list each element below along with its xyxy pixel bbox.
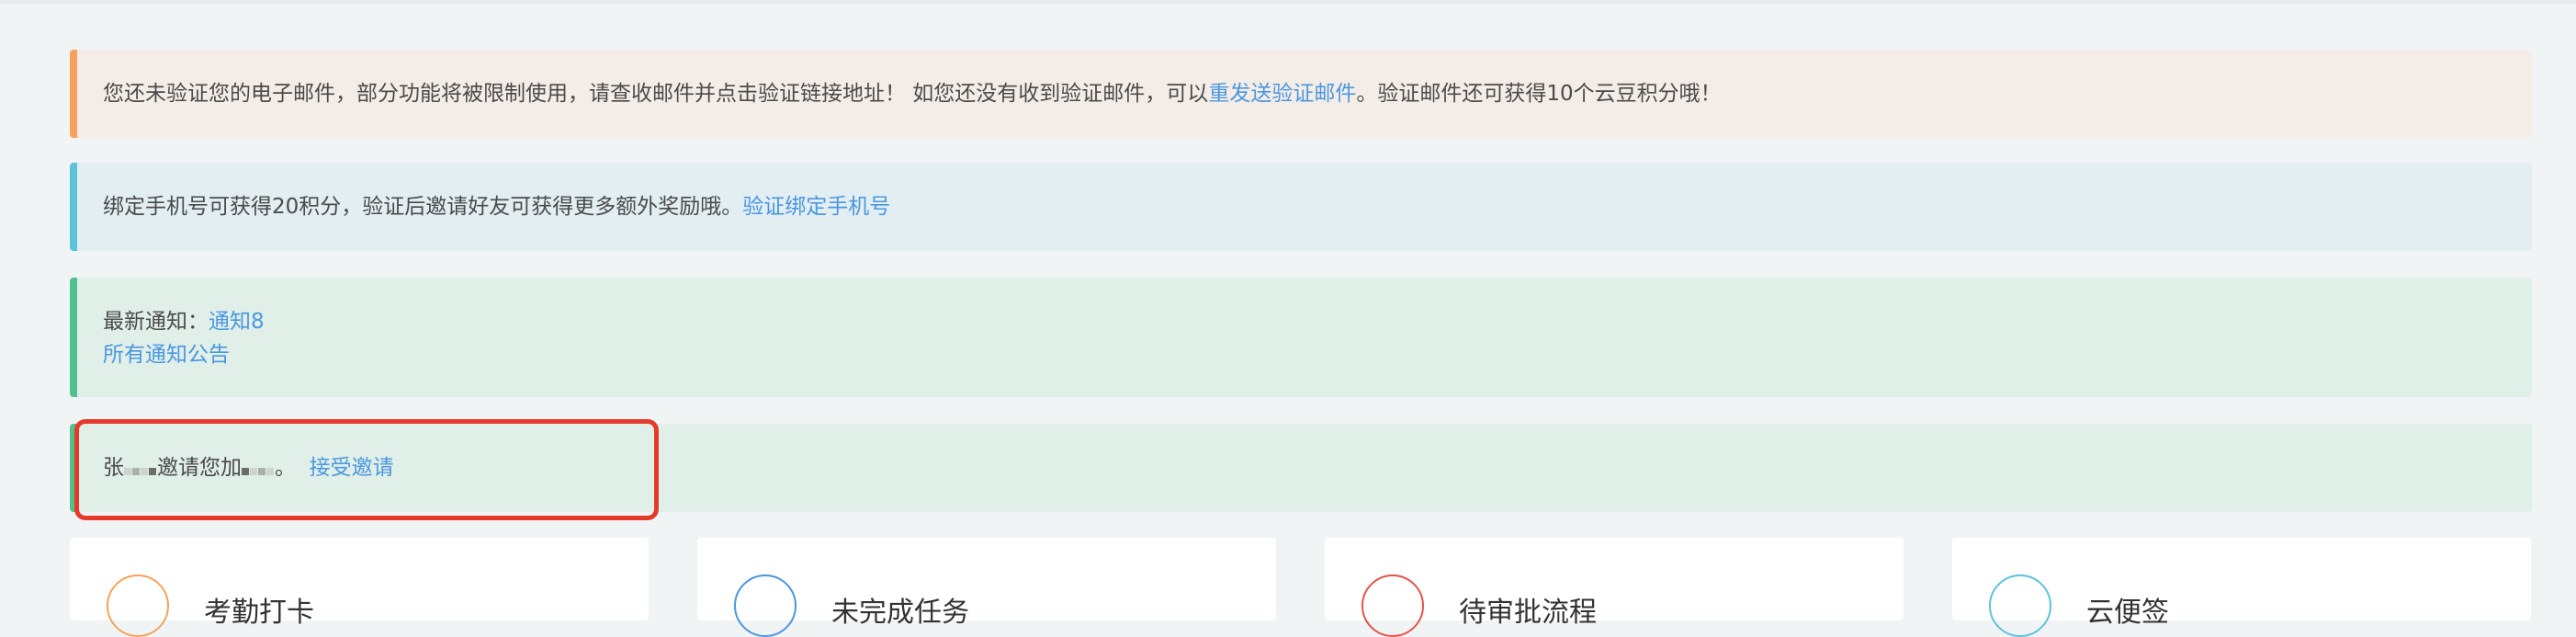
email-verify-message: 您还未验证您的电子邮件，部分功能将被限制使用，请查收邮件并点击验证链接地址！ 如… xyxy=(103,77,1722,110)
invite-message: 张 邀请您加 。 接受邀请 xyxy=(103,451,394,485)
latest-notice-label: 最新通知： xyxy=(103,310,209,334)
note-icon xyxy=(1989,574,2051,637)
all-notices-line: 所有通知公告 xyxy=(103,338,230,371)
latest-notice-line: 最新通知：通知8 xyxy=(103,305,265,338)
card-tasks[interactable]: 未完成任务 xyxy=(697,538,1276,637)
card-title: 待审批流程 xyxy=(1459,597,1597,629)
card-title: 云便签 xyxy=(2086,597,2169,629)
card-approvals[interactable]: 待审批流程 xyxy=(1325,538,1904,637)
all-notices-link[interactable]: 所有通知公告 xyxy=(103,343,230,367)
invite-punctuation: 。 xyxy=(275,456,296,480)
invite-alert: 张 邀请您加 。 接受邀请 xyxy=(70,424,2532,512)
accept-invite-link[interactable]: 接受邀请 xyxy=(310,456,394,480)
phone-bind-alert: 绑定手机号可获得20积分，验证后邀请好友可获得更多额外奖励哦。验证绑定手机号 xyxy=(70,163,2532,251)
card-title: 未完成任务 xyxy=(831,597,969,629)
email-verify-alert: 您还未验证您的电子邮件，部分功能将被限制使用，请查收邮件并点击验证链接地址！ 如… xyxy=(70,50,2532,138)
email-verify-reward-text: 。验证邮件还可获得10个云豆积分哦！ xyxy=(1356,82,1722,106)
phone-bind-message: 绑定手机号可获得20积分，验证后邀请好友可获得更多额外奖励哦。验证绑定手机号 xyxy=(103,190,890,223)
top-divider xyxy=(0,0,2576,4)
notice-alert: 最新通知：通知8 所有通知公告 xyxy=(70,278,2532,397)
clock-icon xyxy=(107,574,169,637)
redacted-team-name xyxy=(242,452,275,485)
email-verify-text: 您还未验证您的电子邮件，部分功能将被限制使用，请查收邮件并点击验证链接地址！ 如… xyxy=(103,82,1209,106)
card-attendance[interactable]: 考勤打卡 xyxy=(70,538,649,637)
inviter-name-initial: 张 xyxy=(103,456,124,480)
task-icon xyxy=(734,574,797,637)
latest-notice-link[interactable]: 通知8 xyxy=(209,310,265,334)
approval-icon xyxy=(1361,574,1424,637)
invite-text: 邀请您加 xyxy=(157,456,242,480)
redacted-inviter-name xyxy=(124,452,157,485)
resend-email-link[interactable]: 重发送验证邮件 xyxy=(1208,82,1356,106)
verify-phone-link[interactable]: 验证绑定手机号 xyxy=(742,195,890,219)
phone-bind-text: 绑定手机号可获得20积分，验证后邀请好友可获得更多额外奖励哦。 xyxy=(103,195,743,219)
card-title: 考勤打卡 xyxy=(204,597,314,629)
card-notes[interactable]: 云便签 xyxy=(1952,538,2531,637)
